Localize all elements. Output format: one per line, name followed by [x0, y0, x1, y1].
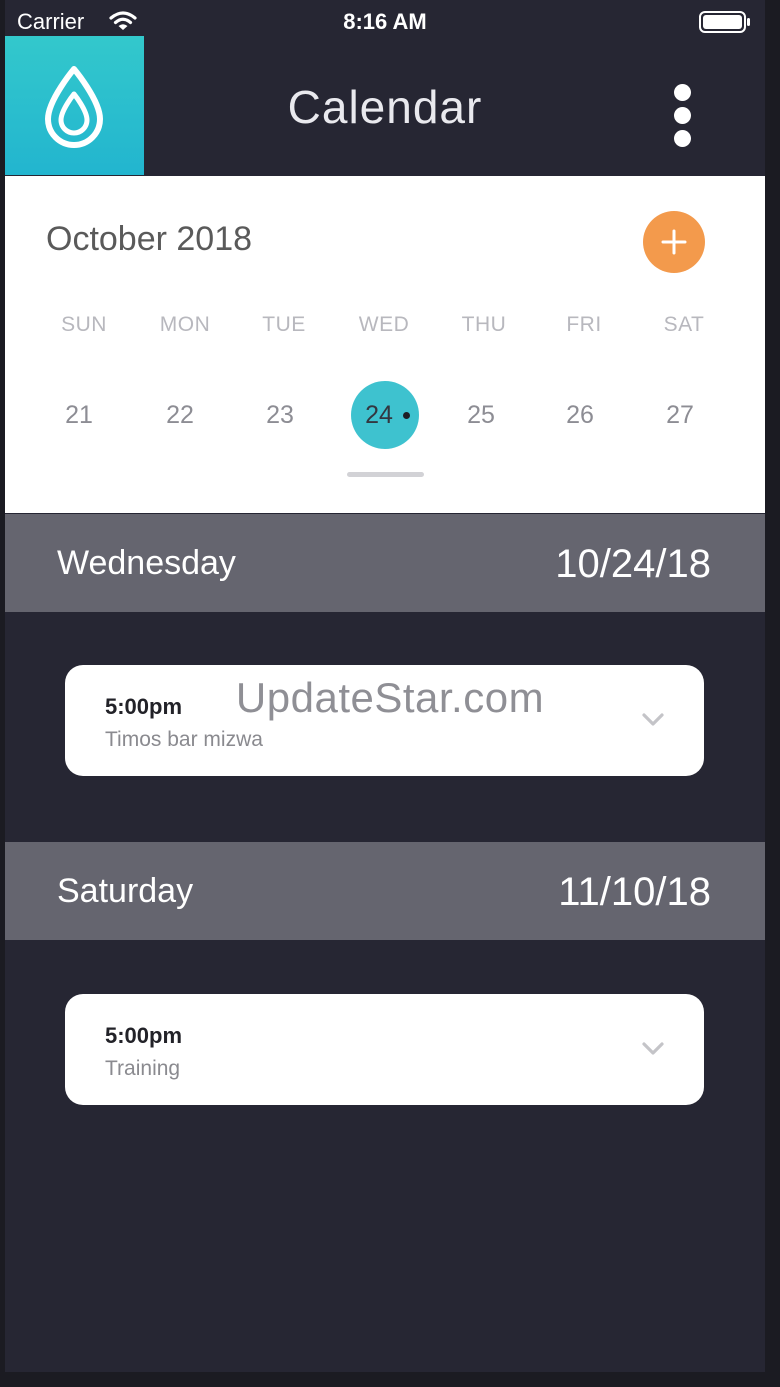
- calendar-drag-handle[interactable]: [347, 472, 424, 477]
- menu-dot: [674, 107, 691, 124]
- watermark: UpdateStar.com: [235, 674, 545, 721]
- date-cell[interactable]: 21: [45, 381, 113, 449]
- event-card[interactable]: 5:00pm Training: [65, 994, 704, 1105]
- event-indicator-dot: [403, 412, 410, 419]
- weekday-label: SAT: [663, 313, 705, 336]
- day-name: Wednesday: [57, 544, 236, 582]
- date-row: 21 22 23 24 25 26 27: [5, 381, 765, 449]
- weekday-label: WED: [358, 313, 410, 336]
- day-section-header: Saturday 11/10/18: [5, 842, 765, 940]
- weekday-label: FRI: [566, 313, 602, 336]
- status-bar: Carrier 8:16 AM: [5, 0, 765, 40]
- week-calendar: October 2018 SUN MON TUE WED THU FRI SAT…: [5, 176, 765, 513]
- day-name: Saturday: [57, 872, 194, 910]
- day-section-header: Wednesday 10/24/18: [5, 514, 765, 612]
- add-event-button[interactable]: [643, 211, 705, 273]
- status-time: 8:16 AM: [343, 9, 427, 34]
- month-label: October 2018: [46, 220, 253, 258]
- weekday-label: SUN: [61, 313, 107, 336]
- day-date: 11/10/18: [558, 870, 711, 914]
- weekday-label: MON: [159, 313, 211, 336]
- menu-dot: [674, 130, 691, 147]
- app-header: Calendar: [5, 36, 765, 176]
- event-time: 5:00pm: [105, 1023, 183, 1048]
- weekday-row: SUN MON TUE WED THU FRI SAT: [5, 313, 765, 341]
- weekday-label: THU: [461, 313, 507, 336]
- vertical-dots-icon: [674, 84, 691, 101]
- date-cell[interactable]: 26: [546, 381, 614, 449]
- page-title: Calendar: [287, 81, 483, 133]
- selected-date-label: 24: [365, 401, 393, 429]
- date-cell[interactable]: 27: [646, 381, 714, 449]
- date-cell[interactable]: 22: [146, 381, 214, 449]
- chevron-down-icon[interactable]: [641, 1041, 665, 1057]
- event-title: Training: [105, 1057, 181, 1080]
- date-cell[interactable]: 25: [447, 381, 515, 449]
- more-options-button[interactable]: [663, 80, 703, 150]
- plus-icon: [661, 229, 687, 255]
- weekday-label: TUE: [262, 313, 306, 336]
- day-date: 10/24/18: [555, 542, 711, 586]
- battery-icon: [699, 11, 750, 33]
- selected-date-cell[interactable]: 24: [351, 381, 419, 449]
- date-cell[interactable]: 23: [246, 381, 314, 449]
- event-title: Timos bar mizwa: [105, 728, 263, 751]
